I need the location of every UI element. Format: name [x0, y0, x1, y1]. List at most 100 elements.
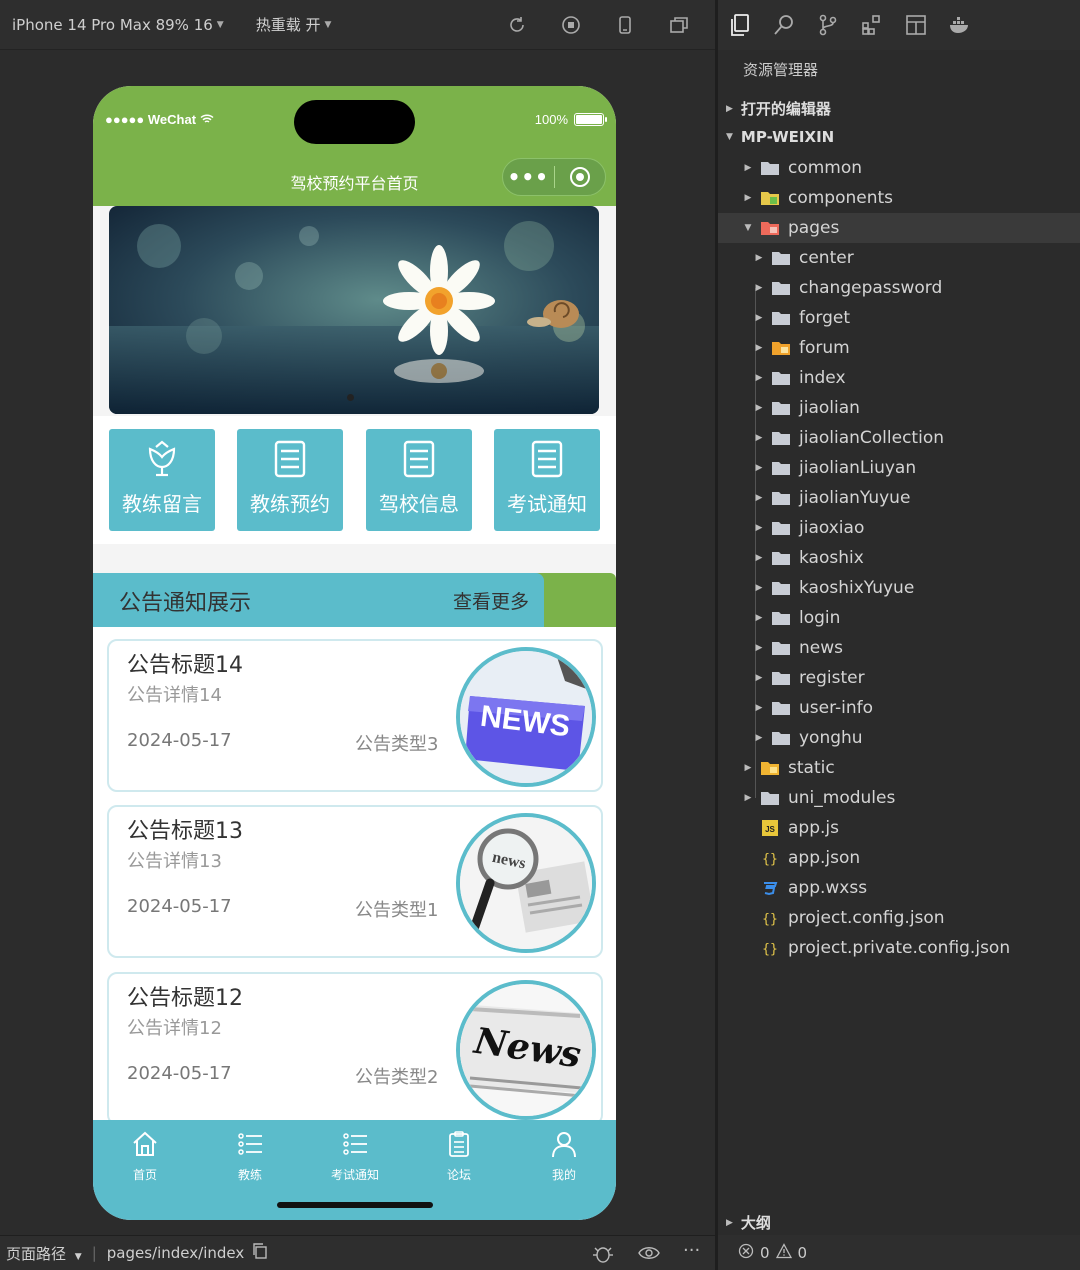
- tree-item-app-js[interactable]: JS app.js: [718, 813, 1080, 843]
- tab-forum[interactable]: 论坛: [419, 1126, 499, 1183]
- tree-item-components[interactable]: ▶ components: [718, 183, 1080, 213]
- menu-school-info[interactable]: 驾校信息: [366, 429, 472, 531]
- outline-section[interactable]: ▶ 大纲: [718, 1210, 1080, 1235]
- flower-icon: [142, 439, 182, 479]
- problems-status[interactable]: 0 0: [718, 1235, 1080, 1270]
- extensions-icon[interactable]: [860, 13, 884, 37]
- clipboard-icon: [419, 1126, 499, 1162]
- tree-item-common[interactable]: ▶ common: [718, 153, 1080, 183]
- tree-item-jiaolianyuyue[interactable]: ▶ jiaolianYuyue: [718, 483, 1080, 513]
- tree-item-label: project.private.config.json: [788, 938, 1011, 958]
- notice-detail: 公告详情13: [127, 851, 222, 872]
- notice-card[interactable]: 公告标题14 公告详情14 2024-05-17 公告类型3 NEWS: [107, 639, 603, 792]
- folder-icon: [771, 430, 791, 446]
- tree-item-kaoshix[interactable]: ▶ kaoshix: [718, 543, 1080, 573]
- tree-item-label: center: [799, 248, 854, 268]
- eye-icon[interactable]: [638, 1245, 660, 1265]
- tree-item-label: static: [788, 758, 835, 778]
- tab-label: 考试通知: [330, 1168, 379, 1182]
- tab-home[interactable]: 首页: [105, 1126, 185, 1183]
- notice-card[interactable]: 公告标题12 公告详情12 2024-05-17 公告类型2 News: [107, 972, 603, 1120]
- tree-item-jiaoliancollection[interactable]: ▶ jiaolianCollection: [718, 423, 1080, 453]
- tree-item-register[interactable]: ▶ register: [718, 663, 1080, 693]
- tree-item-forget[interactable]: ▶ forget: [718, 303, 1080, 333]
- tab-exam-notice[interactable]: 考试通知: [315, 1126, 395, 1183]
- tree-item-project-private-config-json[interactable]: {} project.private.config.json: [718, 933, 1080, 963]
- folder-icon: [771, 280, 791, 296]
- notice-date: 2024-05-17: [127, 896, 232, 917]
- close-miniprogram-icon[interactable]: [554, 166, 605, 188]
- tree-item-app-json[interactable]: {} app.json: [718, 843, 1080, 873]
- popout-icon[interactable]: [667, 13, 691, 37]
- menu-coach-message[interactable]: 教练留言: [109, 429, 215, 531]
- folder-icon: [771, 640, 791, 656]
- tree-item-changepassword[interactable]: ▶ changepassword: [718, 273, 1080, 303]
- tab-coach[interactable]: 教练: [210, 1126, 290, 1183]
- tree-item-jiaolian[interactable]: ▶ jiaolian: [718, 393, 1080, 423]
- chevron-down-icon: ▼: [74, 1251, 82, 1262]
- tree-item-app-wxss[interactable]: app.wxss: [718, 873, 1080, 903]
- tree-item-user-info[interactable]: ▶ user-info: [718, 693, 1080, 723]
- explorer-icon[interactable]: [728, 13, 752, 37]
- view-more-link[interactable]: 查看更多: [453, 587, 529, 614]
- folder-icon: [771, 550, 791, 566]
- notice-detail: 公告详情12: [127, 1018, 222, 1039]
- tree-item-jiaolianliuyan[interactable]: ▶ jiaolianLiuyan: [718, 453, 1080, 483]
- tree-item-static[interactable]: ▶ static: [718, 753, 1080, 783]
- device-dropdown[interactable]: iPhone 14 Pro Max 89% 16 ▼: [12, 16, 224, 34]
- tab-mine[interactable]: 我的: [524, 1126, 604, 1183]
- tree-item-pages[interactable]: ▼ pages: [718, 213, 1080, 243]
- tree-item-label: kaoshixYuyue: [799, 578, 915, 598]
- layout-icon[interactable]: [904, 13, 928, 37]
- tree-item-yonghu[interactable]: ▶ yonghu: [718, 723, 1080, 753]
- phone-icon[interactable]: [613, 13, 637, 37]
- notice-title: 公告标题13: [127, 819, 243, 844]
- chevron-right-icon: ▶: [755, 463, 763, 473]
- tree-item-center[interactable]: ▶ center: [718, 243, 1080, 273]
- folder-icon: [771, 250, 791, 266]
- banner-carousel[interactable]: [109, 206, 599, 414]
- news-newspaper-image: News: [456, 980, 596, 1120]
- chevron-right-icon: ▶: [755, 343, 763, 353]
- home-indicator: [277, 1202, 433, 1208]
- carousel-indicator[interactable]: [347, 394, 354, 401]
- more-icon[interactable]: •••: [503, 165, 554, 189]
- docker-icon[interactable]: [948, 13, 972, 37]
- more-options-icon[interactable]: ···: [683, 1240, 700, 1261]
- page-path-dropdown[interactable]: 页面路径 ▼: [6, 1243, 82, 1264]
- folder-icon: [760, 790, 780, 806]
- news-key-image: NEWS: [456, 647, 596, 787]
- open-editors-label: 打开的编辑器: [740, 100, 831, 118]
- tree-item-project-config-json[interactable]: {} project.config.json: [718, 903, 1080, 933]
- open-editors-section[interactable]: ▶ 打开的编辑器: [726, 98, 831, 119]
- stop-icon[interactable]: [559, 13, 583, 37]
- tree-item-label: index: [799, 368, 846, 388]
- folder-icon: [771, 490, 791, 506]
- tree-item-uni-modules[interactable]: ▶ uni_modules: [718, 783, 1080, 813]
- chevron-right-icon: ▶: [755, 643, 763, 653]
- chevron-down-icon: ▼: [726, 132, 733, 142]
- search-icon[interactable]: [772, 13, 796, 37]
- tree-item-jiaoxiao[interactable]: ▶ jiaoxiao: [718, 513, 1080, 543]
- tree-item-label: register: [799, 668, 865, 688]
- hot-reload-dropdown[interactable]: 热重载 开 ▼: [256, 14, 332, 35]
- project-name: MP-WEIXIN: [740, 128, 835, 146]
- menu-exam-notice[interactable]: 考试通知: [494, 429, 600, 531]
- chevron-right-icon: ▶: [755, 433, 763, 443]
- tree-item-label: jiaoxiao: [799, 518, 865, 538]
- notice-card[interactable]: 公告标题13 公告详情13 2024-05-17 公告类型1 news: [107, 805, 603, 958]
- debug-icon[interactable]: [592, 1244, 614, 1268]
- tree-item-news[interactable]: ▶ news: [718, 633, 1080, 663]
- tree-item-forum[interactable]: ▶ forum: [718, 333, 1080, 363]
- menu-coach-booking[interactable]: 教练预约: [237, 429, 343, 531]
- tree-item-login[interactable]: ▶ login: [718, 603, 1080, 633]
- source-control-icon[interactable]: [816, 13, 840, 37]
- tree-item-index[interactable]: ▶ index: [718, 363, 1080, 393]
- tree-item-kaoshixyuyue[interactable]: ▶ kaoshixYuyue: [718, 573, 1080, 603]
- notice-date: 2024-05-17: [127, 730, 232, 751]
- user-icon: [524, 1126, 604, 1162]
- copy-icon[interactable]: [252, 1243, 268, 1263]
- outline-label: 大纲: [740, 1214, 771, 1232]
- project-section[interactable]: ▼ MP-WEIXIN: [726, 128, 834, 146]
- refresh-icon[interactable]: [505, 13, 529, 37]
